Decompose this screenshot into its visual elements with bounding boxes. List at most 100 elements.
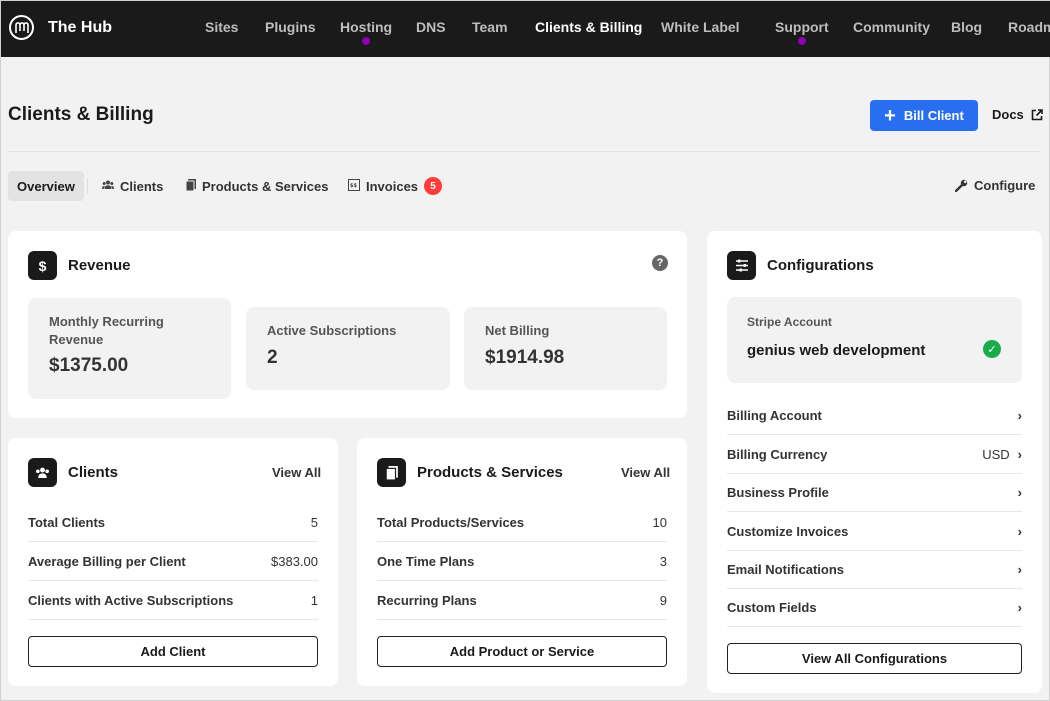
configure-button[interactable]: Configure [955, 178, 1035, 193]
clients-card: Clients View All Total Clients 5 Average… [8, 438, 338, 686]
config-item-billing-currency[interactable]: Billing Currency USD › [727, 436, 1022, 474]
revenue-title: Revenue [68, 257, 131, 274]
page-title: Clients & Billing [8, 104, 154, 125]
external-link-icon [1031, 108, 1043, 120]
net-label: Net Billing [485, 323, 550, 338]
notification-dot [362, 37, 371, 45]
config-label: Billing Currency [727, 447, 828, 462]
help-icon[interactable]: ? [652, 255, 668, 271]
config-label: Custom Fields [727, 600, 817, 615]
tab-clients[interactable]: Clients [102, 171, 163, 201]
config-item-custom-fields[interactable]: Custom Fields › [727, 589, 1022, 627]
net-value: $1914.98 [485, 347, 565, 368]
config-label: Billing Account [727, 408, 822, 423]
hub-logo-icon [9, 15, 34, 40]
check-circle-icon: ✓ [983, 340, 1001, 358]
products-card: Products & Services View All Total Produ… [357, 438, 687, 686]
bill-client-button[interactable]: + Bill Client [870, 100, 978, 131]
nav-roadmap[interactable]: Roadmap [1008, 19, 1050, 35]
config-label: Customize Invoices [727, 524, 849, 539]
clients-view-all-link[interactable]: View All [272, 465, 321, 480]
nav-community[interactable]: Community [853, 19, 930, 35]
header-divider [8, 151, 1041, 152]
stat-row: One Time Plans 3 [377, 543, 667, 581]
notification-dot [797, 37, 806, 45]
config-label: Email Notifications [727, 562, 845, 577]
tab-separator [87, 178, 88, 194]
nav-sites[interactable]: Sites [205, 19, 238, 35]
row-label: Clients with Active Subscriptions [28, 593, 234, 608]
bill-client-label: Bill Client [903, 108, 964, 123]
stat-row: Recurring Plans 9 [377, 582, 667, 620]
nav-blog[interactable]: Blog [951, 19, 982, 35]
stat-row: Total Clients 5 [28, 504, 318, 542]
subs-value: 2 [267, 347, 278, 368]
tab-clients-label: Clients [120, 178, 164, 194]
nav-hosting-label: Hosting [340, 19, 393, 35]
products-view-all-link[interactable]: View All [621, 465, 670, 480]
config-item-business-profile[interactable]: Business Profile › [727, 474, 1022, 512]
add-product-button[interactable]: Add Product or Service [377, 636, 667, 667]
row-label: One Time Plans [377, 554, 475, 569]
sliders-icon [727, 251, 756, 280]
chevron-right-icon: › [1017, 524, 1022, 539]
stat-row: Clients with Active Subscriptions 1 [28, 582, 318, 620]
tab-products-label: Products & Services [202, 178, 329, 194]
top-navigation: The Hub Sites Plugins Hosting DNS Team C… [1, 1, 1050, 57]
nav-dns[interactable]: DNS [416, 19, 446, 35]
config-value: USD [982, 447, 1010, 462]
config-item-customize-invoices[interactable]: Customize Invoices › [727, 513, 1022, 551]
products-icon [185, 178, 196, 194]
invoice-icon: $$ [348, 178, 360, 194]
clients-title: Clients [68, 464, 119, 481]
nav-team[interactable]: Team [472, 19, 508, 35]
row-value: 3 [659, 554, 667, 569]
subscriptions-stat: Active Subscriptions 2 [246, 307, 450, 390]
mrr-stat: Monthly Recurring Revenue $1375.00 [28, 298, 231, 399]
nav-hosting[interactable]: Hosting [340, 19, 393, 45]
row-value: $383.00 [271, 554, 318, 569]
tab-products-services[interactable]: Products & Services [185, 171, 329, 201]
users-icon [102, 180, 114, 192]
revenue-card: $ Revenue ? Monthly Recurring Revenue $1… [8, 231, 687, 418]
configurations-card: Configurations Stripe Account genius web… [707, 231, 1042, 693]
tab-invoices-label: Invoices [366, 178, 419, 194]
row-label: Total Products/Services [377, 515, 525, 530]
add-client-button[interactable]: Add Client [28, 636, 318, 667]
view-all-configurations-button[interactable]: View All Configurations [727, 643, 1022, 674]
docs-link[interactable]: Docs [992, 107, 1043, 122]
row-value: 1 [310, 593, 318, 608]
subs-label: Active Subscriptions [267, 323, 397, 338]
config-item-billing-account[interactable]: Billing Account › [727, 397, 1022, 435]
users-icon [28, 458, 57, 487]
mrr-label: Monthly Recurring Revenue [49, 314, 164, 347]
brand-name: The Hub [48, 18, 112, 36]
nav-support-label: Support [775, 19, 829, 35]
nav-plugins[interactable]: Plugins [265, 19, 316, 35]
net-billing-stat: Net Billing $1914.98 [464, 307, 667, 390]
row-value: 5 [310, 515, 318, 530]
stat-row: Average Billing per Client $383.00 [28, 543, 318, 581]
brand[interactable]: The Hub [9, 15, 112, 40]
svg-text:$$: $$ [350, 183, 357, 189]
configure-label: Configure [974, 178, 1036, 193]
nav-white-label[interactable]: White Label [661, 19, 740, 35]
row-value: 10 [652, 515, 667, 530]
chevron-right-icon: › [1017, 600, 1022, 615]
row-value: 9 [659, 593, 667, 608]
config-item-email-notifications[interactable]: Email Notifications › [727, 551, 1022, 589]
products-header: Products & Services [377, 458, 563, 487]
nav-clients-billing[interactable]: Clients & Billing [535, 19, 642, 35]
configurations-title: Configurations [767, 257, 874, 274]
tab-overview[interactable]: Overview [8, 171, 84, 201]
wrench-icon [955, 179, 968, 192]
stripe-account-box: Stripe Account genius web development ✓ [727, 297, 1022, 383]
tab-invoices[interactable]: $$ Invoices 5 [348, 171, 443, 201]
products-icon [377, 458, 406, 487]
invoices-count-badge: 5 [424, 177, 443, 195]
row-label: Recurring Plans [377, 593, 477, 608]
chevron-right-icon: › [1017, 408, 1022, 423]
nav-support[interactable]: Support [775, 19, 829, 45]
mrr-value: $1375.00 [49, 355, 129, 376]
docs-label: Docs [992, 107, 1024, 122]
